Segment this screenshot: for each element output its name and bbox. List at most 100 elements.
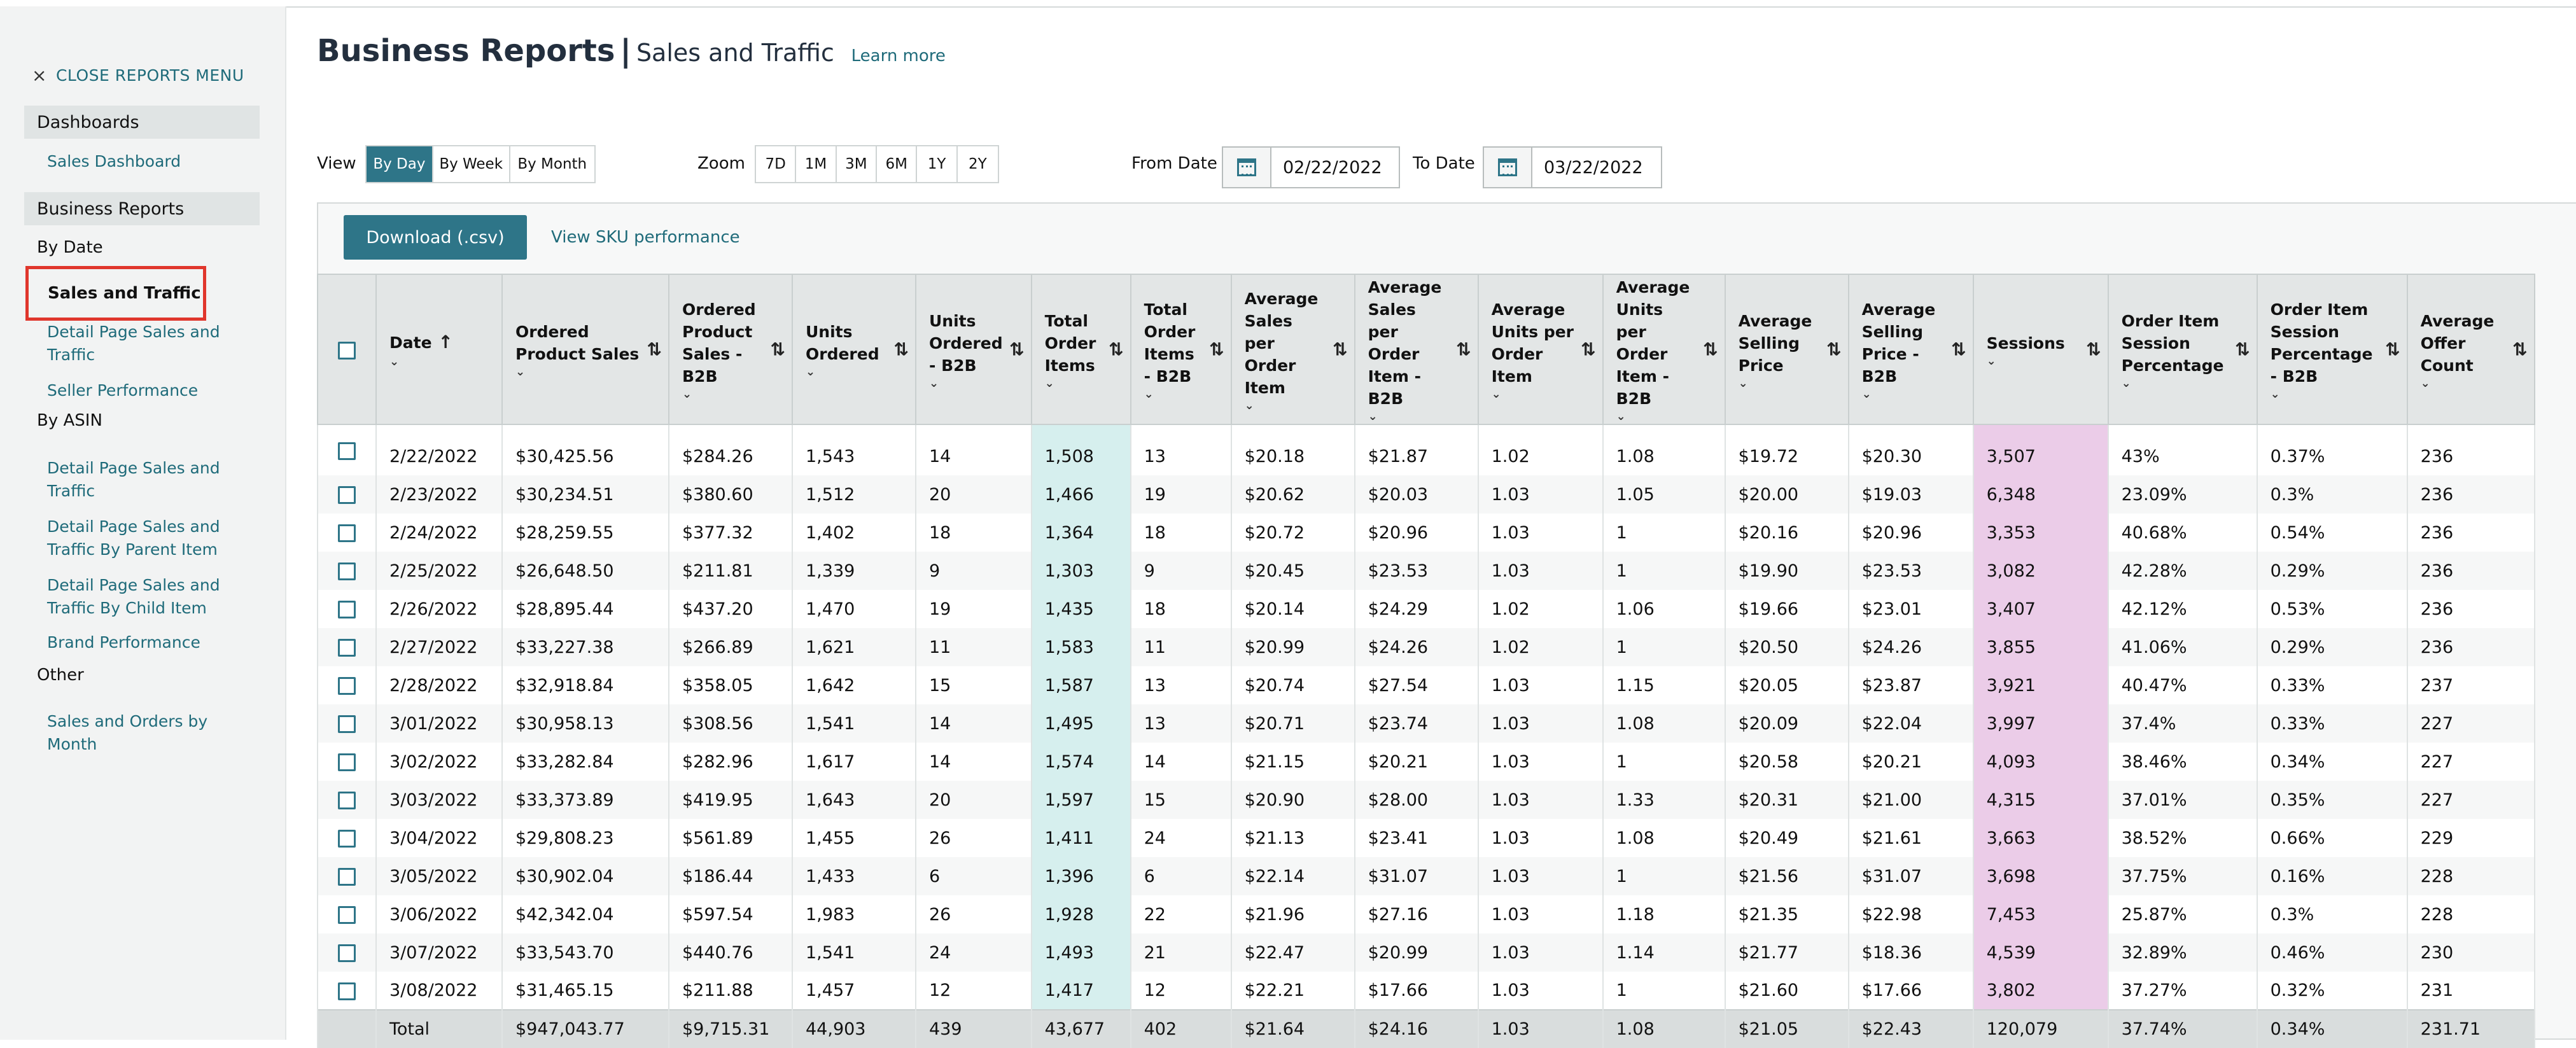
row-checkbox[interactable] xyxy=(338,792,356,809)
view-by-day-button[interactable]: By Day xyxy=(367,146,433,182)
chevron-down-icon[interactable]: ⌄ xyxy=(1492,389,1593,400)
row-checkbox[interactable] xyxy=(338,677,356,695)
row-checkbox[interactable] xyxy=(338,524,356,542)
chevron-down-icon[interactable]: ⌄ xyxy=(1987,355,2099,367)
column-header[interactable]: Sessions ⌄ ⇅ xyxy=(1972,274,2109,425)
chevron-down-icon[interactable]: ⌄ xyxy=(2421,377,2525,389)
row-checkbox[interactable] xyxy=(338,982,356,1000)
total-cell: 44,903 xyxy=(792,1009,916,1048)
row-checkbox[interactable] xyxy=(338,944,356,962)
chevron-down-icon[interactable]: ⌄ xyxy=(1368,411,1469,423)
chevron-down-icon[interactable]: ⌄ xyxy=(1144,389,1222,400)
sort-icon[interactable]: ⇅ xyxy=(771,339,785,361)
column-header[interactable]: Average Units per Order Item ⌄ ⇅ xyxy=(1477,274,1604,425)
column-header[interactable]: Order Item Session Percentage - B2B ⌄ ⇅ xyxy=(2256,274,2408,425)
download-csv-button[interactable]: Download (.csv) xyxy=(344,215,527,260)
sidebar-item-sales-dashboard[interactable]: Sales Dashboard xyxy=(47,150,238,173)
chevron-down-icon[interactable]: ⌄ xyxy=(929,377,1022,389)
select-all-checkbox[interactable] xyxy=(338,341,356,360)
chevron-down-icon[interactable]: ⌄ xyxy=(515,367,659,378)
zoom-7d-button[interactable]: 7D xyxy=(756,146,797,182)
sidebar-item-sales-orders-month[interactable]: Sales and Orders by Month xyxy=(47,710,238,756)
column-header[interactable]: Units Ordered ⌄ ⇅ xyxy=(792,274,916,425)
sort-icon[interactable]: ⇅ xyxy=(1703,339,1718,361)
column-header[interactable]: Average Units per Order Item - B2B ⌄ ⇅ xyxy=(1602,274,1726,425)
zoom-6m-button[interactable]: 6M xyxy=(877,146,918,182)
sidebar-item-asin-detail-page[interactable]: Detail Page Sales and Traffic xyxy=(47,457,238,503)
learn-more-link[interactable]: Learn more xyxy=(851,46,946,66)
column-header[interactable]: Units Ordered - B2B ⌄ ⇅ xyxy=(915,274,1032,425)
sidebar-item-asin-parent[interactable]: Detail Page Sales and Traffic By Parent … xyxy=(47,515,238,561)
from-date-field[interactable]: 02/22/2022 xyxy=(1222,146,1400,188)
sort-icon[interactable]: ⇅ xyxy=(647,339,662,361)
from-date-calendar-button[interactable] xyxy=(1223,148,1271,187)
column-header[interactable]: Average Selling Price ⌄ ⇅ xyxy=(1724,274,1849,425)
column-header[interactable]: Ordered Product Sales ⌄ ⇅ xyxy=(501,274,669,425)
chevron-down-icon[interactable]: ⌄ xyxy=(2122,377,2248,389)
chevron-down-icon[interactable]: ⌄ xyxy=(389,356,493,368)
to-date-calendar-button[interactable] xyxy=(1484,148,1532,187)
from-date-value[interactable]: 02/22/2022 xyxy=(1271,148,1382,187)
chevron-down-icon[interactable]: ⌄ xyxy=(1739,377,1839,389)
chevron-down-icon[interactable]: ⌄ xyxy=(1045,377,1121,389)
row-checkbox[interactable] xyxy=(338,715,356,733)
to-date-field[interactable]: 03/22/2022 xyxy=(1483,146,1662,188)
sort-icon[interactable]: ⇅ xyxy=(1951,339,1966,361)
table-row: 3/06/2022 $42,342.04 $597.54 1,983 26 1,928 22… xyxy=(317,895,2535,933)
column-header[interactable]: Average Sales per Order Item - B2B ⌄ ⇅ xyxy=(1354,274,1479,425)
column-header[interactable]: Total Order Items ⌄ ⇅ xyxy=(1030,274,1131,425)
sort-icon[interactable]: ⇅ xyxy=(1209,339,1224,361)
row-checkbox[interactable] xyxy=(338,868,356,886)
view-by-week-button[interactable]: By Week xyxy=(433,146,510,182)
row-checkbox[interactable] xyxy=(338,486,356,504)
sidebar-item-seller-performance[interactable]: Seller Performance xyxy=(47,379,238,402)
column-header[interactable]: Average Sales per Order Item ⌄ ⇅ xyxy=(1230,274,1355,425)
sort-icon[interactable]: ⇅ xyxy=(1581,339,1595,361)
chevron-down-icon[interactable]: ⌄ xyxy=(1862,389,1964,400)
column-header[interactable]: Average Offer Count ⌄ ⇅ xyxy=(2406,274,2535,425)
table-cell: $211.81 xyxy=(668,552,793,590)
row-checkbox[interactable] xyxy=(338,639,356,657)
chevron-down-icon[interactable]: ⌄ xyxy=(2271,389,2398,400)
sort-icon[interactable]: ⇅ xyxy=(2235,339,2250,361)
close-reports-menu-button[interactable]: × CLOSE REPORTS MENU xyxy=(32,65,244,86)
zoom-2y-button[interactable]: 2Y xyxy=(958,146,998,182)
column-header[interactable]: Ordered Product Sales - B2B ⌄ ⇅ xyxy=(668,274,793,425)
chevron-down-icon[interactable]: ⌄ xyxy=(1616,411,1716,423)
column-header[interactable]: Order Item Session Percentage ⌄ ⇅ xyxy=(2107,274,2258,425)
sort-icon[interactable]: ⇅ xyxy=(2385,339,2400,361)
sort-icon[interactable]: ⇅ xyxy=(2086,339,2101,361)
chevron-down-icon[interactable]: ⌄ xyxy=(682,389,783,400)
column-header[interactable]: Total Order Items - B2B ⌄ ⇅ xyxy=(1130,274,1232,425)
row-checkbox[interactable] xyxy=(338,753,356,771)
sort-icon[interactable]: ⇅ xyxy=(1826,339,1841,361)
sort-icon[interactable]: ⇅ xyxy=(2512,339,2527,361)
row-checkbox[interactable] xyxy=(338,601,356,618)
row-checkbox[interactable] xyxy=(338,906,356,924)
row-checkbox[interactable] xyxy=(338,442,356,460)
view-by-month-button[interactable]: By Month xyxy=(510,146,595,182)
chevron-down-icon[interactable]: ⌄ xyxy=(1245,400,1345,412)
table-cell: 1.03 xyxy=(1477,743,1604,781)
sidebar-item-detail-page-sales-traffic[interactable]: Detail Page Sales and Traffic xyxy=(47,321,238,367)
view-sku-performance-link[interactable]: View SKU performance xyxy=(551,228,740,247)
total-cell: 43,677 xyxy=(1030,1009,1131,1048)
sort-ascending-icon[interactable]: ↑ xyxy=(438,332,453,353)
chevron-down-icon[interactable]: ⌄ xyxy=(806,367,906,378)
sort-icon[interactable]: ⇅ xyxy=(1456,339,1471,361)
sidebar-item-brand-performance[interactable]: Brand Performance xyxy=(47,631,238,654)
sidebar-item-asin-child[interactable]: Detail Page Sales and Traffic By Child I… xyxy=(47,574,238,620)
zoom-3m-button[interactable]: 3M xyxy=(837,146,878,182)
sort-icon[interactable]: ⇅ xyxy=(894,339,909,361)
zoom-1y-button[interactable]: 1Y xyxy=(917,146,958,182)
row-checkbox[interactable] xyxy=(338,562,356,580)
row-checkbox[interactable] xyxy=(338,830,356,848)
sort-icon[interactable]: ⇅ xyxy=(1333,339,1347,361)
zoom-1m-button[interactable]: 1M xyxy=(796,146,837,182)
sort-icon[interactable]: ⇅ xyxy=(1109,339,1123,361)
to-date-value[interactable]: 03/22/2022 xyxy=(1532,148,1643,187)
sidebar-item-sales-and-traffic[interactable]: Sales and Traffic xyxy=(25,266,206,321)
sort-icon[interactable]: ⇅ xyxy=(1009,339,1024,361)
column-header[interactable]: Date ↑ ⌄ xyxy=(375,274,503,425)
column-header[interactable]: Average Selling Price - B2B ⌄ ⇅ xyxy=(1847,274,1974,425)
